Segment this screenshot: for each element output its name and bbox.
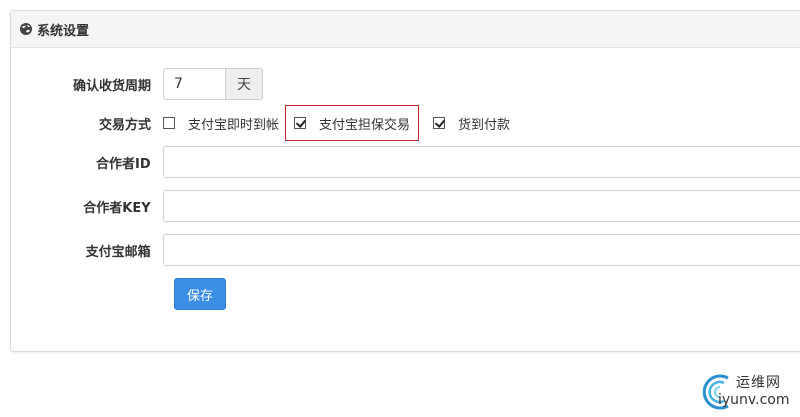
option-escrow[interactable]: 支付宝担保交易 (294, 114, 410, 133)
partner-id-input[interactable] (162, 146, 800, 178)
globe-icon (20, 23, 32, 35)
partner-key-row: 合作者KEY (11, 190, 800, 222)
receipt-period-group: 天 (163, 68, 263, 100)
trade-method-row: 交易方式 支付宝即时到帐 支付宝担保交易 货到付款 (11, 105, 800, 141)
alipay-email-input[interactable] (162, 234, 800, 266)
partner-id-row: 合作者ID (11, 146, 800, 178)
receipt-period-label: 确认收货周期 (72, 78, 151, 94)
highlight-box: 支付宝担保交易 (285, 105, 420, 141)
receipt-period-row: 确认收货周期 天 (11, 68, 800, 100)
option-cod[interactable]: 货到付款 (433, 114, 510, 133)
checkbox-instant-pay[interactable] (163, 117, 175, 129)
checkbox-cod[interactable] (433, 117, 446, 129)
partner-key-label: 合作者KEY (83, 200, 151, 216)
trade-method-label: 交易方式 (98, 117, 151, 133)
partner-id-label: 合作者ID (96, 156, 151, 172)
option-escrow-label: 支付宝担保交易 (319, 117, 411, 133)
watermark-logo: 运维网 iyunv.com (698, 370, 798, 414)
option-cod-label: 货到付款 (458, 117, 511, 133)
receipt-period-input[interactable] (163, 68, 225, 100)
partner-key-input[interactable] (162, 190, 800, 222)
watermark-line1: 运维网 (736, 375, 781, 391)
alipay-email-row: 支付宝邮箱 (11, 234, 800, 266)
checkbox-escrow[interactable] (294, 117, 307, 129)
trade-method-options: 支付宝即时到帐 支付宝担保交易 货到付款 (163, 105, 524, 141)
settings-panel: 系统设置 确认收货周期 天 交易方式 支付宝即时到帐 支付宝担保交易 货 (10, 10, 800, 352)
alipay-email-label: 支付宝邮箱 (85, 244, 151, 260)
receipt-period-unit: 天 (225, 68, 263, 100)
save-button[interactable]: 保存 (174, 278, 226, 310)
option-instant-pay[interactable]: 支付宝即时到帐 (163, 114, 279, 133)
option-instant-pay-label: 支付宝即时到帐 (188, 117, 280, 133)
panel-title: 系统设置 (37, 23, 90, 39)
watermark-line2: iyunv.com (718, 392, 790, 408)
panel-heading: 系统设置 (11, 11, 800, 48)
